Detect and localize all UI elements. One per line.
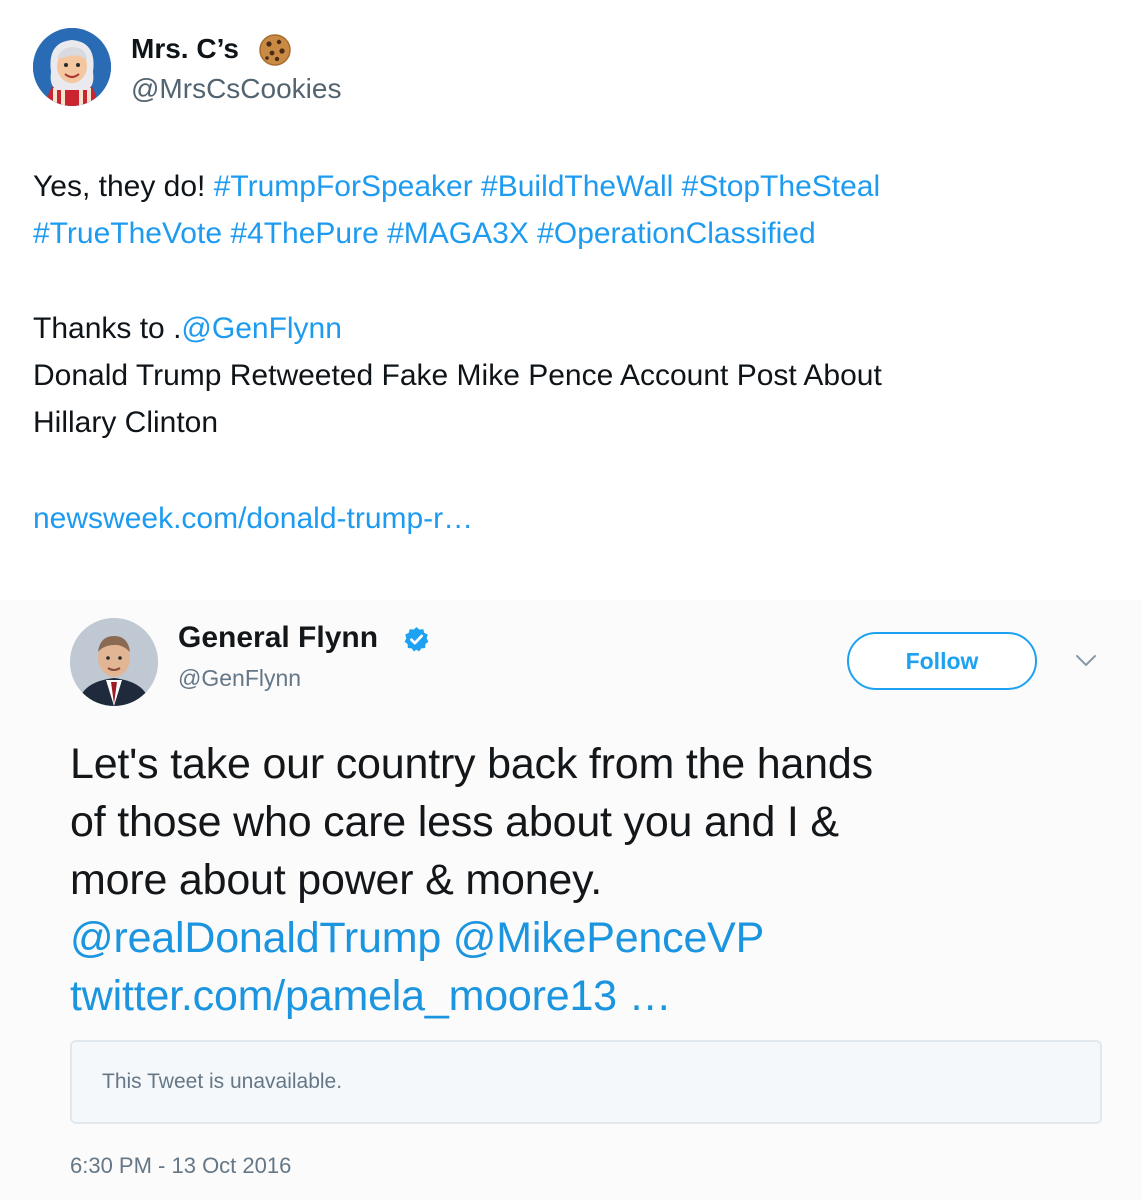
thanks-line: Thanks to .@GenFlynn [33,310,342,348]
author-display-name[interactable]: Mrs. C’s [131,32,239,66]
author-avatar[interactable] [33,28,111,106]
embedded-mentions: @realDonaldTrump @MikePenceVP [70,914,765,962]
embedded-link: twitter.com/pamela_moore13 … [70,972,672,1020]
tweet-text-line-1: Yes, they do! #TrumpForSpeaker #BuildThe… [33,168,880,206]
embedded-tweet-image: General Flynn @GenFlynn Follow Let's tak… [0,600,1142,1200]
tweet-text-intro: Yes, they do! [33,170,214,203]
newsweek-link[interactable]: newsweek.com/donald-trump-r… [33,500,473,538]
thanks-prefix: Thanks to . [33,312,182,345]
cookie-icon [259,34,291,66]
embedded-text-line-1: Let's take our country back from the han… [70,740,873,788]
embedded-text-line-2: of those who care less about you and I & [70,798,839,846]
verified-badge-icon [404,627,429,652]
flynn-avatar [70,618,158,706]
author-handle[interactable]: @MrsCsCookies [131,72,341,106]
embedded-text-line-3: more about power & money. [70,856,602,904]
embedded-timestamp: 6:30 PM - 13 Oct 2016 [70,1153,292,1178]
headline-line-2: Hillary Clinton [33,406,219,439]
embedded-author-name: General Flynn [178,621,379,654]
chevron-down-icon [1076,655,1096,667]
headline-line-1: Donald Trump Retweeted Fake Mike Pence A… [33,359,882,392]
unavailable-quote-box: This Tweet is unavailable. [70,1040,1102,1124]
hashtags-line-2[interactable]: #TrueTheVote #4ThePure #MAGA3X #Operatio… [33,215,816,253]
follow-button: Follow [847,632,1037,690]
embedded-author-handle: @GenFlynn [178,665,302,691]
tweet: Mrs. C’s @MrsCsCookies Yes, they do! #Tr… [0,0,1142,1200]
hashtags-line-1[interactable]: #TrumpForSpeaker #BuildTheWall #StopTheS… [214,170,880,203]
unavailable-text: This Tweet is unavailable. [102,1070,343,1093]
mention-genflynn[interactable]: @GenFlynn [181,312,342,345]
